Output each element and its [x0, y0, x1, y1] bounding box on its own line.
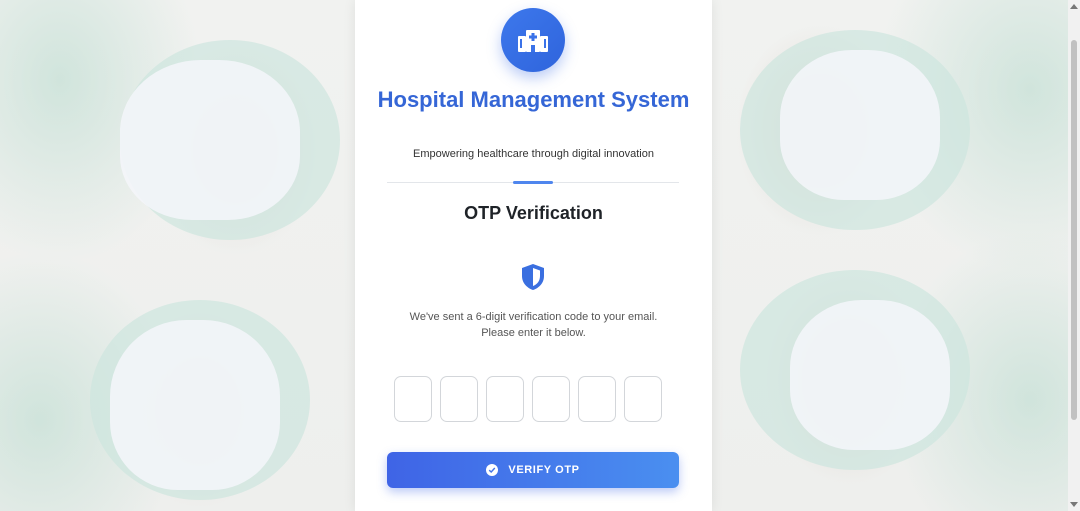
shield-icon	[520, 263, 546, 291]
hospital-building-icon	[501, 8, 565, 72]
otp-digit-2[interactable]	[440, 376, 478, 422]
page: Hospital Management System Empowering he…	[0, 0, 1080, 511]
otp-digit-1[interactable]	[394, 376, 432, 422]
otp-heading: OTP Verification	[464, 203, 603, 223]
otp-instructions-line2: Please enter it below.	[481, 327, 586, 339]
otp-digit-4[interactable]	[532, 376, 570, 422]
verify-otp-button[interactable]: VERIFY OTP	[387, 452, 679, 488]
page-scrollbar[interactable]	[1068, 0, 1080, 511]
scroll-thumb[interactable]	[1071, 40, 1077, 420]
otp-digit-3[interactable]	[486, 376, 524, 422]
app-tagline: Empowering healthcare through digital in…	[413, 148, 654, 160]
otp-input-group	[394, 376, 662, 422]
app-title: Hospital Management System	[377, 87, 690, 112]
otp-digit-5[interactable]	[578, 376, 616, 422]
check-circle-icon	[486, 464, 499, 476]
scroll-up-icon[interactable]	[1070, 4, 1078, 9]
scroll-down-icon[interactable]	[1070, 502, 1078, 507]
otp-instructions-line1: We've sent a 6-digit verification code t…	[409, 311, 658, 323]
otp-instructions: We've sent a 6-digit verification code t…	[355, 309, 712, 341]
otp-card: Hospital Management System Empowering he…	[355, 0, 712, 511]
otp-digit-6[interactable]	[624, 376, 662, 422]
divider-accent	[513, 181, 553, 184]
verify-otp-label: VERIFY OTP	[508, 464, 580, 476]
